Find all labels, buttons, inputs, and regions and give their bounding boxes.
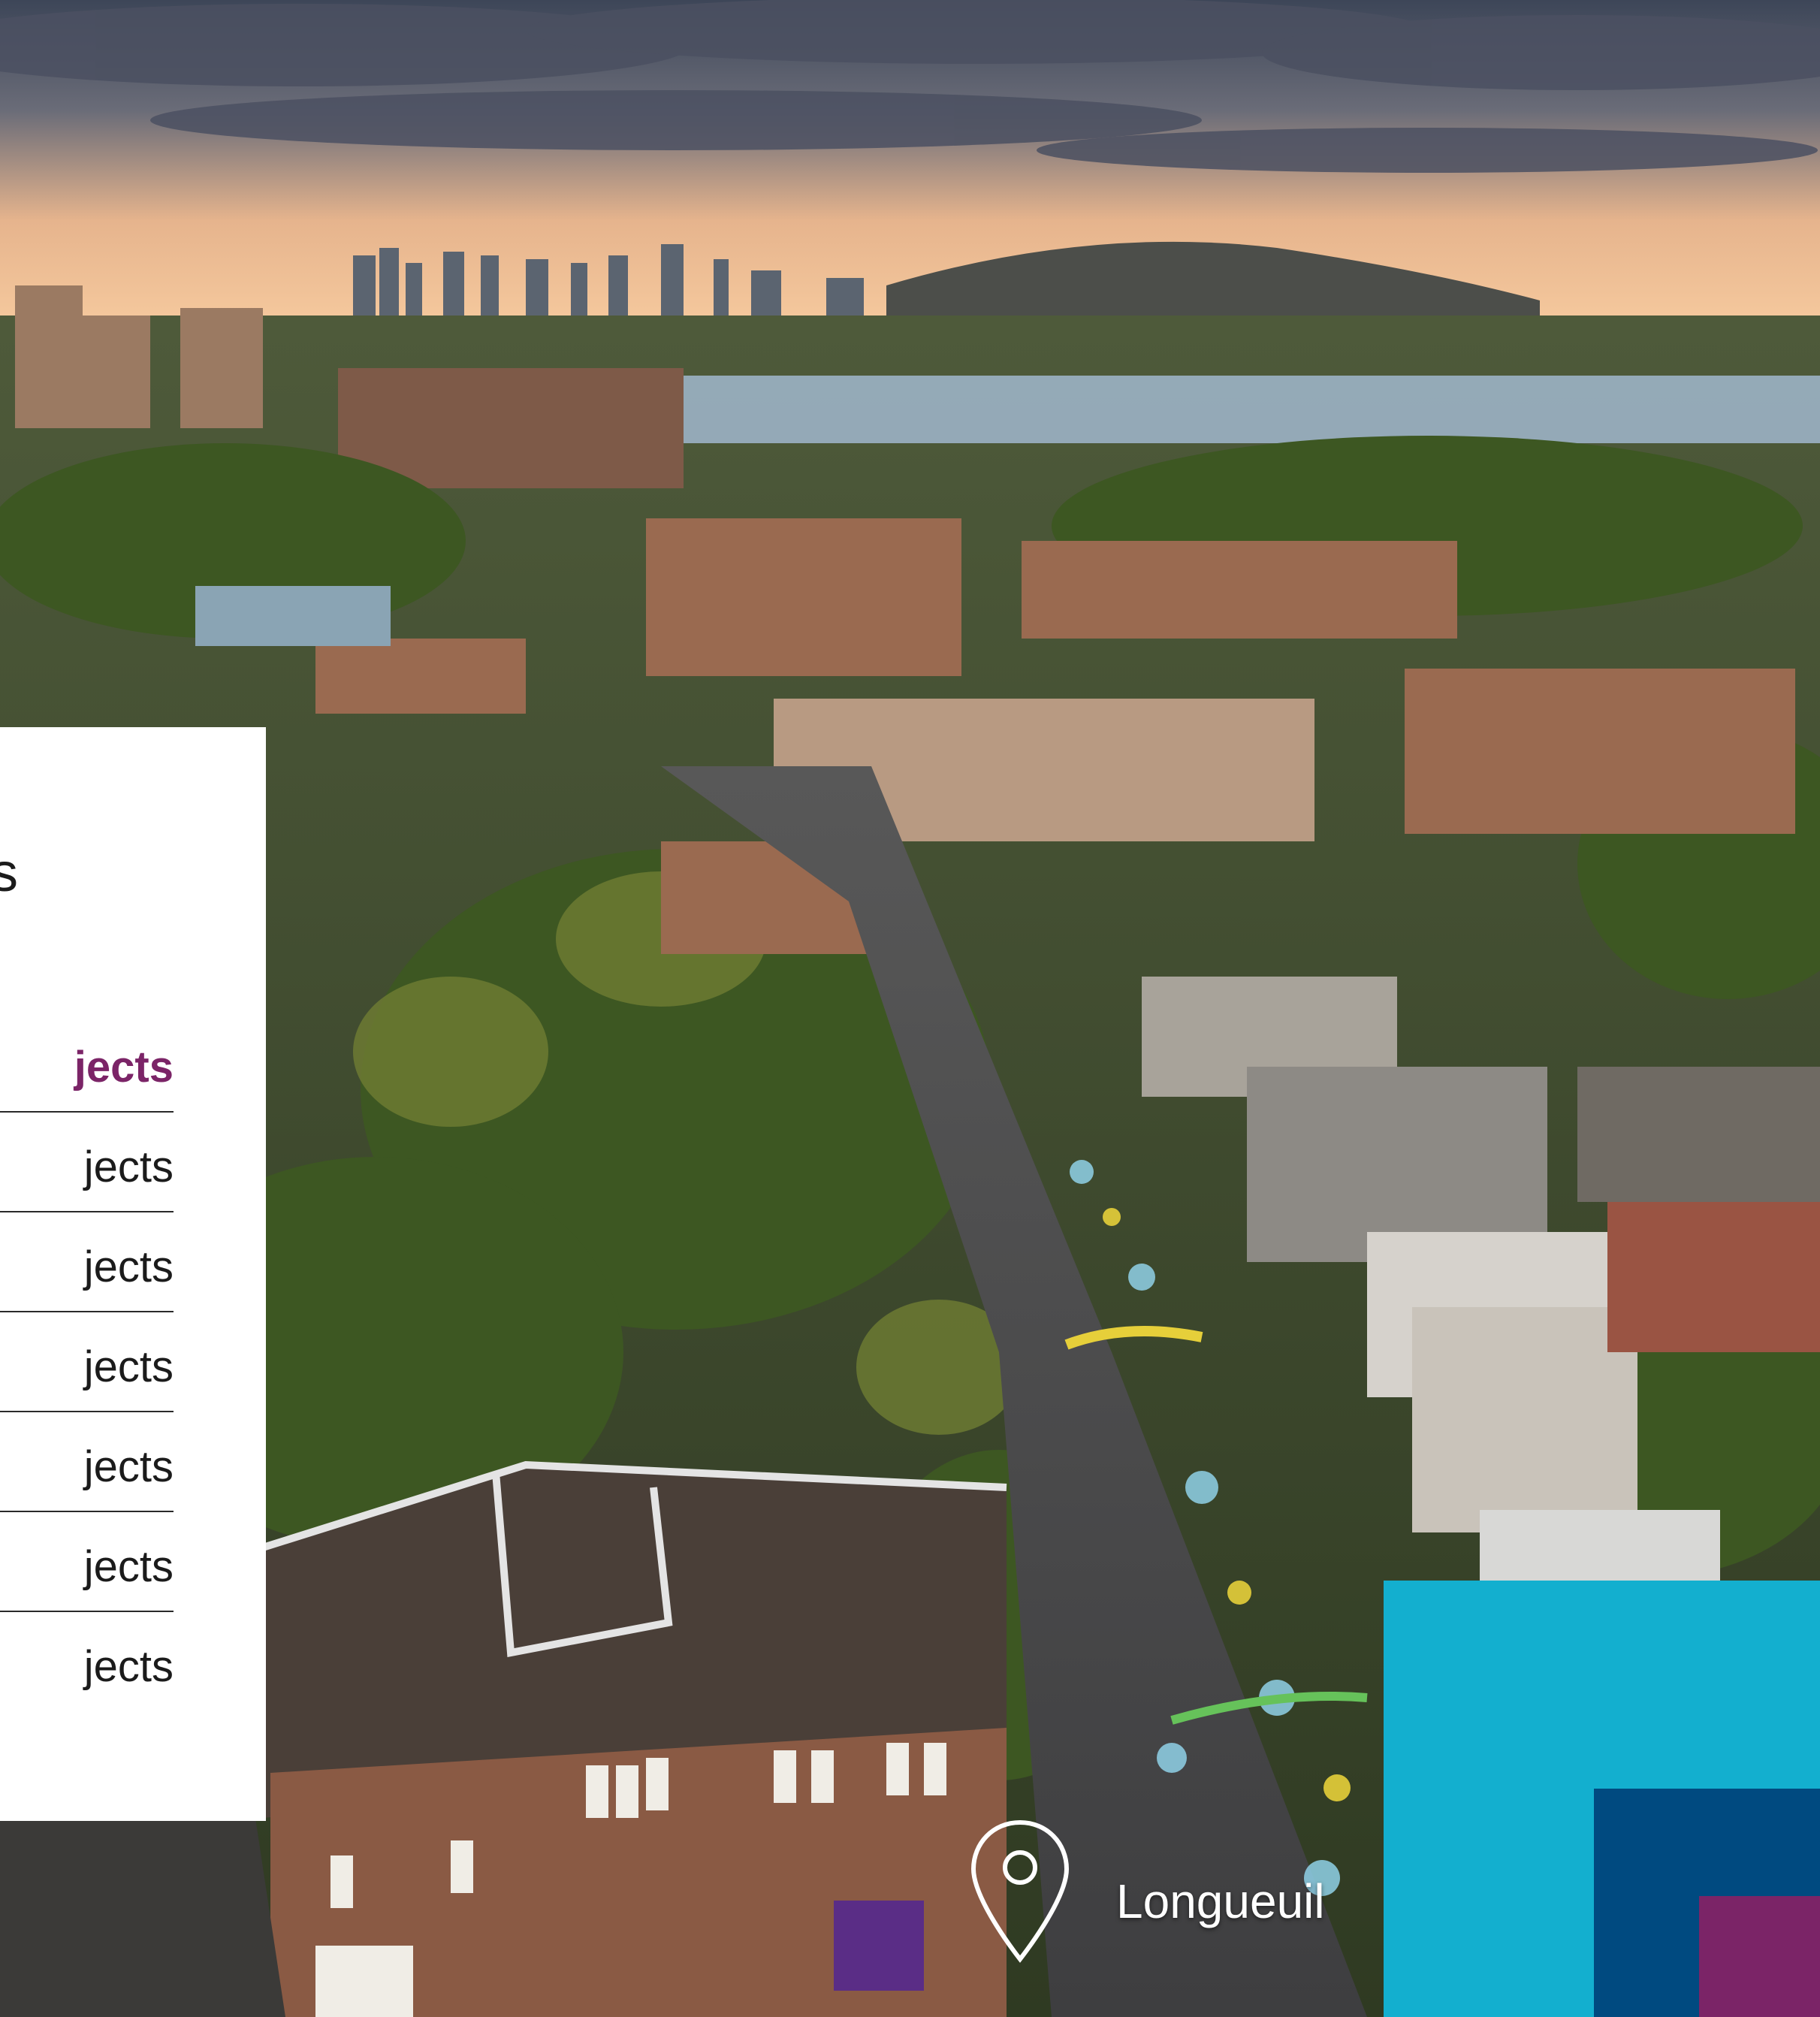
nav-item-projects-1[interactable]: jects bbox=[0, 1011, 174, 1113]
nav-item-label: jects bbox=[83, 1442, 174, 1491]
nav-item-label: jects bbox=[74, 1043, 174, 1092]
brand-color-blocks bbox=[1384, 1581, 1820, 2017]
nav-item-projects-5[interactable]: jects bbox=[0, 1411, 174, 1512]
map-pin-icon bbox=[970, 1819, 1070, 1963]
nav-item-label: jects bbox=[83, 1243, 174, 1291]
nav-item-projects-2[interactable]: jects bbox=[0, 1111, 174, 1212]
project-nav-panel: s jects jects jects jects jects jects je… bbox=[0, 727, 266, 1821]
nav-item-label: jects bbox=[83, 1143, 174, 1191]
location-marker[interactable]: Longueuil bbox=[967, 1816, 1373, 1967]
nav-item-label: jects bbox=[83, 1542, 174, 1591]
nav-item-projects-3[interactable]: jects bbox=[0, 1211, 174, 1312]
nav-item-label: jects bbox=[83, 1642, 174, 1691]
nav-item-projects-4[interactable]: jects bbox=[0, 1311, 174, 1412]
project-category-list: jects jects jects jects jects jects ject… bbox=[0, 727, 266, 1821]
nav-item-label: jects bbox=[83, 1342, 174, 1391]
brand-block-purple bbox=[1699, 1896, 1820, 2017]
nav-item-projects-6[interactable]: jects bbox=[0, 1511, 174, 1612]
nav-item-projects-7[interactable]: jects bbox=[0, 1611, 174, 1711]
brick-building bbox=[261, 1460, 1007, 2017]
location-label: Longueuil bbox=[1116, 1874, 1325, 1928]
